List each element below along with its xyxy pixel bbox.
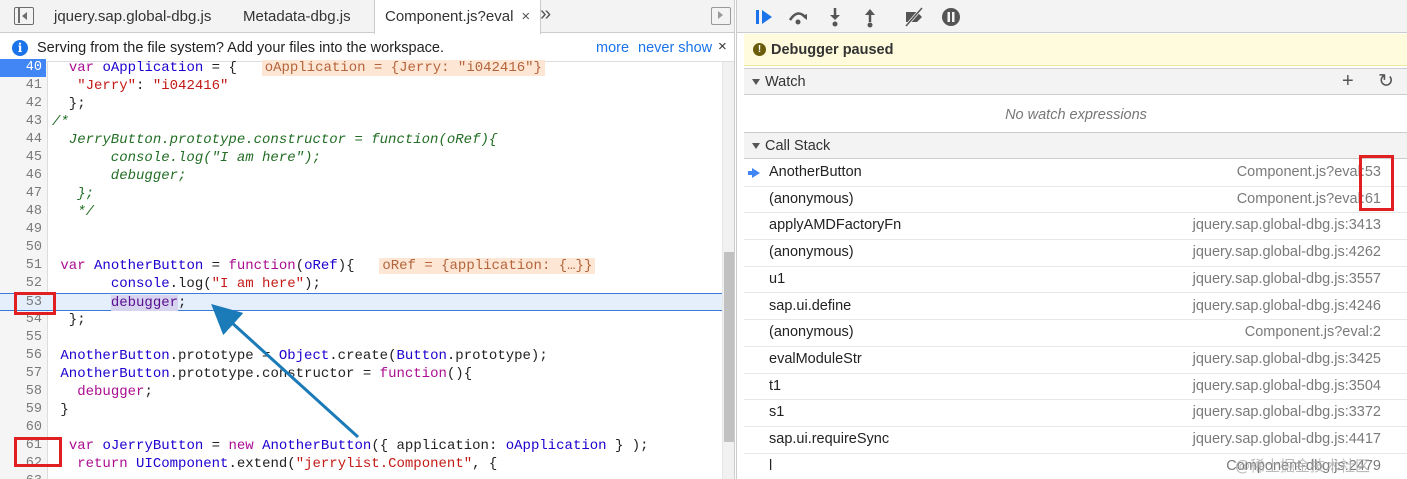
call-frame[interactable]: AnotherButton Component.js?eval:53 [744,160,1407,187]
call-frame[interactable]: evalModuleStr jquery.sap.global-dbg.js:34… [744,347,1407,374]
call-frame-name: (anonymous) [769,324,854,341]
step-over-icon[interactable] [787,6,809,28]
watermark: @稀土掘金技术社区 [1235,457,1371,475]
call-frame-location[interactable]: jquery.sap.global-dbg.js:4417 [1193,431,1381,447]
add-watch-icon[interactable]: + [1342,70,1354,93]
call-frame-name: l [769,457,773,474]
call-frame[interactable]: (anonymous) Component.js?eval:2 [744,320,1407,347]
call-frame-name: AnotherButton [769,164,862,180]
call-stack-title: Call Stack [765,138,831,154]
call-frame-location[interactable]: jquery.sap.global-dbg.js:3557 [1193,271,1381,287]
step-out-icon[interactable] [859,6,881,28]
no-watch-expressions: No watch expressions [1005,107,1147,123]
call-frame-location[interactable]: Component.js?eval:2 [1245,324,1381,340]
sources-editor-pane: jquery.sap.global-dbg.js Metadata-dbg.js… [0,0,735,479]
debugger-toolbar [737,0,1407,33]
call-frame-name: (anonymous) [769,190,854,207]
call-frame[interactable]: sap.ui.requireSync jquery.sap.global-dbg.… [744,427,1407,454]
call-frame[interactable]: sap.ui.define jquery.sap.global-dbg.js:42… [744,294,1407,321]
call-frame-name: s1 [769,404,785,421]
call-frame[interactable]: applyAMDFactoryFn jquery.sap.global-dbg.j… [744,213,1407,241]
call-frame[interactable]: (anonymous) jquery.sap.global-dbg.js:4262 [744,240,1407,267]
call-frame-name: applyAMDFactoryFn [769,217,902,234]
call-frame[interactable]: t1 jquery.sap.global-dbg.js:3504 [744,374,1407,401]
call-frame-location[interactable]: jquery.sap.global-dbg.js:3413 [1193,217,1381,233]
call-frame-location[interactable]: jquery.sap.global-dbg.js:4262 [1193,244,1381,260]
paused-info-icon: ! [753,43,766,56]
deactivate-breakpoints-icon[interactable] [903,6,925,28]
pause-on-exceptions-icon[interactable] [940,6,962,28]
watch-section-header[interactable]: Watch + ↻ [744,68,1407,95]
call-frame-name: sap.ui.define [769,297,852,314]
annotation-arrow [211,303,360,439]
debugger-sidebar: ! Debugger paused Watch + ↻ No watch exp… [736,0,1407,479]
call-frame-name: t1 [769,377,782,394]
call-frame-location[interactable]: jquery.sap.global-dbg.js:3425 [1193,351,1381,367]
call-frame-name: evalModuleStr [769,350,862,367]
call-frame-name: sap.ui.requireSync [769,431,890,447]
call-frame-location[interactable]: jquery.sap.global-dbg.js:3372 [1193,404,1381,420]
step-into-icon[interactable] [824,6,846,28]
call-frame[interactable]: u1 jquery.sap.global-dbg.js:3557 [744,267,1407,294]
call-frame[interactable]: (anonymous) Component.js?eval:61 [744,187,1407,214]
expand-triangle-icon [752,143,760,149]
debugger-paused-label: Debugger paused [771,42,894,58]
current-frame-arrow-icon [748,168,760,178]
call-frame[interactable]: s1 jquery.sap.global-dbg.js:3372 [744,400,1407,427]
call-frame-location[interactable]: jquery.sap.global-dbg.js:4246 [1193,298,1381,314]
debugger-paused-banner: ! Debugger paused [744,34,1407,66]
expand-triangle-icon [752,79,760,85]
resume-icon[interactable] [753,6,775,28]
call-frame-location[interactable]: jquery.sap.global-dbg.js:3504 [1193,378,1381,394]
annotation-box-callstack-lines [1359,155,1394,211]
call-frame-name: u1 [769,270,786,287]
refresh-watch-icon[interactable]: ↻ [1378,70,1394,93]
call-stack-section-header[interactable]: Call Stack [744,132,1407,159]
watch-title: Watch [765,74,806,90]
call-frame-name: (anonymous) [769,244,854,261]
